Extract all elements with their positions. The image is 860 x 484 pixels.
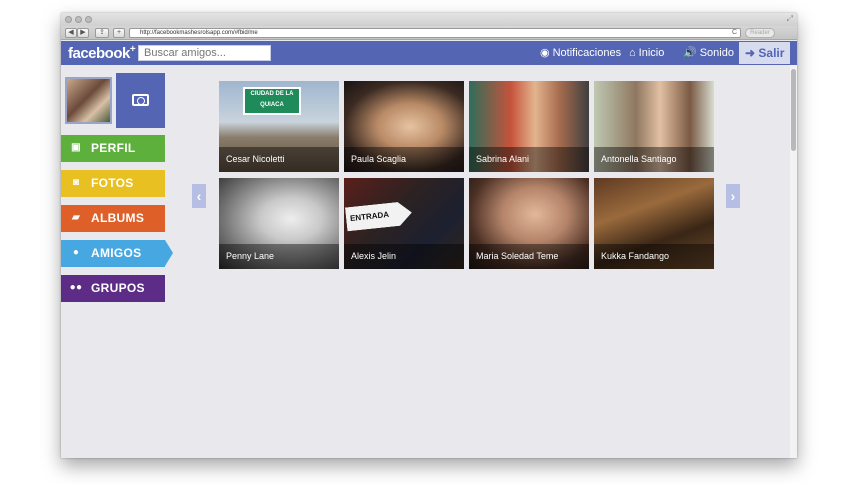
friend-name: Paula Scaglia xyxy=(344,147,464,172)
home-label: Inicio xyxy=(638,47,665,59)
person-icon: ● xyxy=(72,247,80,258)
logo-plus: + xyxy=(129,44,136,55)
friend-tile[interactable]: Antonella Santiago xyxy=(594,81,714,172)
menu-item-label: FOTOS xyxy=(91,176,134,190)
arrow-right-icon: ➜ xyxy=(745,46,756,60)
menu-item-label: PERFIL xyxy=(91,141,136,155)
camera-icon: ◙ xyxy=(72,177,80,188)
friend-name: Sabrina Alani xyxy=(469,147,589,172)
logo-text: facebook xyxy=(68,45,130,62)
share-button[interactable]: ⇪ xyxy=(95,28,109,38)
chevron-right-icon: › xyxy=(730,188,736,204)
friend-tile[interactable]: ENTRADA Alexis Jelin xyxy=(344,178,464,269)
title-bar: ⤢ xyxy=(61,13,797,26)
new-tab-button[interactable]: + xyxy=(113,28,125,38)
url-text: http://facebookmashesrolsapp.com/#fbid/m… xyxy=(140,30,258,36)
forward-button[interactable]: ▶ xyxy=(77,28,89,38)
home-icon: ⌂ xyxy=(629,47,636,59)
sound-button[interactable]: 🔊 Sonido xyxy=(683,46,734,60)
reader-button[interactable]: Reader xyxy=(745,28,775,38)
browser-toolbar: ◀ ▶ ⇪ + http://facebookmashesrolsapp.com… xyxy=(61,26,797,40)
profile-card-icon: ▣ xyxy=(71,142,81,153)
friend-name: Cesar Nicoletti xyxy=(219,147,339,172)
menu-item-label: ALBUMS xyxy=(91,211,145,225)
browser-window: ⤢ ◀ ▶ ⇪ + http://facebookmashesrolsapp.c… xyxy=(61,13,797,458)
notifications-button[interactable]: ◉ Notificaciones xyxy=(540,46,621,60)
menu-item-fotos[interactable]: ◙ FOTOS xyxy=(61,170,165,197)
search-friends-input[interactable] xyxy=(138,45,271,61)
menu-item-albums[interactable]: ▰ ALBUMS xyxy=(61,205,165,232)
friend-tile[interactable]: Maria Soledad Teme xyxy=(469,178,589,269)
group-icon: ●● xyxy=(69,282,83,293)
facebook-logo[interactable]: facebook+ xyxy=(68,44,136,62)
friend-tile[interactable]: Sabrina Alani xyxy=(469,81,589,172)
friend-tile[interactable]: Penny Lane xyxy=(219,178,339,269)
friend-name: Maria Soledad Teme xyxy=(469,244,589,269)
friend-name: Penny Lane xyxy=(219,244,339,269)
avatar-photo xyxy=(67,79,110,122)
folder-icon: ▰ xyxy=(72,212,80,223)
menu-item-perfil[interactable]: ▣ PERFIL xyxy=(61,135,165,162)
address-bar[interactable]: http://facebookmashesrolsapp.com/#fbid/m… xyxy=(129,28,741,38)
logout-label: Salir xyxy=(758,46,785,60)
menu-item-amigos[interactable]: ● AMIGOS xyxy=(61,240,165,267)
menu-item-label: AMIGOS xyxy=(91,246,142,260)
minimize-window-button[interactable] xyxy=(75,16,82,23)
road-sign: CIUDAD DE LA QUIACA xyxy=(243,87,301,115)
camera-icon xyxy=(132,94,149,106)
avatar[interactable] xyxy=(65,77,112,124)
friend-tile[interactable]: CIUDAD DE LA QUIACA Cesar Nicoletti xyxy=(219,81,339,172)
logout-button[interactable]: ➜ Salir xyxy=(739,42,790,64)
change-photo-button[interactable] xyxy=(116,73,165,128)
fullscreen-icon[interactable]: ⤢ xyxy=(787,14,793,24)
app-header: facebook+ ◉Notificaciones ⌂Inicio 🔊Sonid… xyxy=(61,41,797,65)
previous-page-button[interactable]: ‹ xyxy=(192,184,206,208)
reload-icon[interactable]: C xyxy=(732,29,737,37)
friend-tile[interactable]: Paula Scaglia xyxy=(344,81,464,172)
friend-name: Kukka Fandango xyxy=(594,244,714,269)
back-button[interactable]: ◀ xyxy=(65,28,77,38)
friends-grid: CIUDAD DE LA QUIACA Cesar Nicoletti Paul… xyxy=(219,81,715,269)
scrollbar-thumb[interactable] xyxy=(791,69,796,151)
notifications-label: Notificaciones xyxy=(552,47,622,59)
chevron-left-icon: ‹ xyxy=(196,188,202,204)
friend-name: Antonella Santiago xyxy=(594,147,714,172)
menu-item-label: GRUPOS xyxy=(91,281,145,295)
next-page-button[interactable]: › xyxy=(726,184,740,208)
close-window-button[interactable] xyxy=(65,16,72,23)
globe-icon: ◉ xyxy=(540,47,550,59)
sound-label: Sonido xyxy=(699,47,734,59)
menu-item-grupos[interactable]: ●● GRUPOS xyxy=(61,275,165,302)
friend-tile[interactable]: Kukka Fandango xyxy=(594,178,714,269)
friend-name: Alexis Jelin xyxy=(344,244,464,269)
active-indicator xyxy=(165,240,173,266)
zoom-window-button[interactable] xyxy=(85,16,92,23)
speaker-icon: 🔊 xyxy=(683,47,697,59)
home-button[interactable]: ⌂ Inicio xyxy=(629,46,664,60)
